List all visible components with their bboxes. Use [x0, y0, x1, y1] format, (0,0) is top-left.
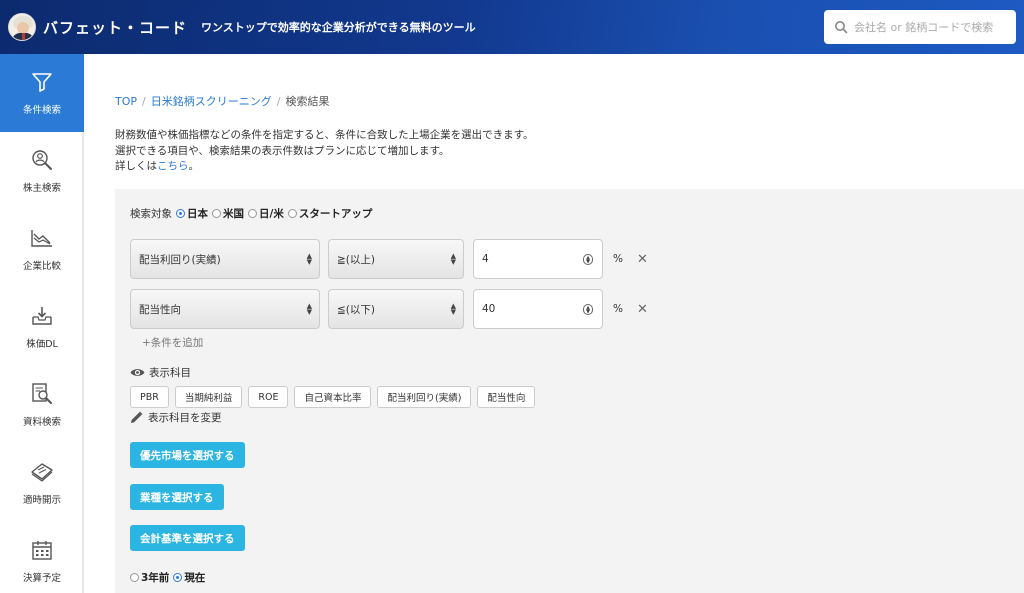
condition-value: 4 [482, 253, 489, 265]
radio-current[interactable] [173, 573, 183, 582]
sidebar-item-condition-search[interactable]: 条件検索 [0, 54, 84, 132]
select-market-button[interactable]: 優先市場を選択する [130, 442, 245, 468]
select-accounting-standard-button[interactable]: 会計基準を選択する [130, 525, 245, 551]
edit-display-items-link[interactable]: 表示科目を変更 [130, 410, 222, 425]
sidebar-item-label: 条件検索 [22, 105, 61, 116]
details-link[interactable]: こちら [157, 160, 189, 172]
remove-condition-button[interactable]: ✕ [637, 302, 648, 317]
radio-label-us[interactable]: 米国 [223, 206, 244, 221]
app-header: バフェット・コード ワンストップで効率的な企業分析ができる無料のツール [0, 0, 1024, 54]
radio-startup[interactable] [287, 209, 297, 218]
brand-name[interactable]: バフェット・コード [43, 17, 187, 38]
search-target-label: 検索対象 [130, 208, 172, 220]
condition-operator-select[interactable]: ≦(以下) ▲ ▼ [328, 289, 464, 329]
display-item-chip: 当期純利益 [174, 386, 243, 408]
document-search-icon [32, 383, 52, 404]
radio-label-current[interactable]: 現在 [184, 570, 205, 585]
select-arrows-icon: ▲ ▼ [450, 302, 456, 316]
condition-value: 40 [482, 303, 496, 315]
breadcrumb-current: 検索結果 [285, 95, 330, 108]
select-arrows-icon: ▲ ▼ [306, 302, 312, 316]
description-line: 詳しくは [115, 160, 157, 172]
sidebar-item-label: 企業比較 [22, 261, 61, 272]
breadcrumb-top-link[interactable]: TOP [115, 95, 137, 108]
sidebar-item-earnings-schedule[interactable]: 決算予定 [0, 522, 84, 593]
condition-field-value: 配当利回り(実績) [139, 253, 221, 266]
number-spinner-icon[interactable]: ▲ ▼ [583, 304, 593, 315]
condition-value-input[interactable]: 40 ▲ ▼ [473, 289, 603, 329]
select-arrows-icon: ▲ ▼ [306, 252, 312, 266]
remove-condition-button[interactable]: ✕ [637, 252, 648, 267]
condition-field-select[interactable]: 配当利回り(実績) ▲ ▼ [130, 239, 320, 279]
radio-label-startup[interactable]: スタートアップ [299, 206, 373, 221]
sidebar-item-document-search[interactable]: 資料検索 [0, 366, 84, 444]
condition-operator-select[interactable]: ≧(以上) ▲ ▼ [328, 239, 464, 279]
description-line: 。 [188, 160, 200, 172]
display-item-chip: ROE [248, 386, 289, 408]
condition-row: 配当利回り(実績) ▲ ▼ ≧(以上) ▲ ▼ 4 ▲ ▼ % ✕ [130, 239, 648, 279]
condition-value-input[interactable]: 4 ▲ ▼ [473, 239, 603, 279]
edit-display-items-label: 表示科目を変更 [148, 412, 222, 424]
radio-japan-us[interactable] [248, 209, 257, 218]
search-input[interactable] [854, 20, 1014, 34]
search-target-row: 検索対象 日本 米国 日/米 スタートアップ [130, 206, 372, 221]
sidebar-item-timely-disclosure[interactable]: 適時開示 [0, 444, 84, 522]
select-industry-button[interactable]: 業種を選択する [130, 484, 224, 510]
filter-icon [32, 73, 52, 92]
radio-label-3-years-ago[interactable]: 3年前 [141, 570, 169, 585]
sidebar-item-label: 決算予定 [22, 573, 61, 584]
sidebar-item-label: 株価DL [26, 339, 58, 350]
breadcrumb-screening-link[interactable]: 日米銘柄スクリーニング [151, 95, 272, 108]
radio-3-years-ago[interactable] [130, 573, 139, 582]
condition-row: 配当性向 ▲ ▼ ≦(以下) ▲ ▼ 40 ▲ ▼ % ✕ [130, 289, 648, 329]
display-items-title: 表示科目 [149, 367, 191, 379]
tagline: ワンストップで効率的な企業分析ができる無料のツール [201, 21, 476, 34]
display-items-chips: PBR 当期純利益 ROE 自己資本比率 配当利回り(実績) 配当性向 [130, 386, 541, 408]
download-tray-icon [32, 307, 52, 325]
sidebar-item-shareholder-search[interactable]: 株主検索 [0, 132, 84, 210]
sidebar-item-label: 適時開示 [22, 495, 61, 506]
radio-label-japan[interactable]: 日本 [187, 206, 208, 221]
person-search-icon [32, 150, 52, 170]
search-icon [835, 21, 848, 34]
display-item-chip: PBR [130, 386, 169, 408]
sidebar-nav: 条件検索 株主検索 企業比較 株価DL 資料検索 適時開示 決算予定 [0, 54, 84, 593]
number-spinner-icon[interactable]: ▲ ▼ [583, 254, 593, 265]
calendar-icon [32, 541, 52, 560]
condition-unit: % [613, 303, 623, 315]
pencil-icon [131, 411, 143, 423]
display-item-chip: 自己資本比率 [294, 386, 372, 408]
condition-field-value: 配当性向 [139, 303, 181, 316]
condition-operator-value: ≦(以下) [337, 303, 375, 316]
sidebar-item-company-compare[interactable]: 企業比較 [0, 210, 84, 288]
page-description: 財務数値や株価指標などの条件を指定すると、条件に合致した上場企業を選出できます。… [115, 128, 534, 175]
display-item-chip: 配当利回り(実績) [377, 386, 472, 408]
condition-field-select[interactable]: 配当性向 ▲ ▼ [130, 289, 320, 329]
condition-unit: % [613, 253, 623, 265]
screening-panel: 検索対象 日本 米国 日/米 スタートアップ 配当利回り(実績) ▲ ▼ ≧(以上… [115, 189, 1024, 593]
sidebar-item-label: 株主検索 [22, 183, 61, 194]
sidebar-item-stock-download[interactable]: 株価DL [0, 288, 84, 366]
radio-label-japan-us[interactable]: 日/米 [259, 206, 284, 221]
add-condition-link[interactable]: +条件を追加 [142, 335, 203, 350]
chart-compare-icon [31, 230, 52, 247]
description-line: 財務数値や株価指標などの条件を指定すると、条件に合致した上場企業を選出できます。 [115, 129, 534, 141]
eye-icon [130, 369, 145, 376]
radio-japan[interactable] [176, 209, 185, 218]
radio-us[interactable] [212, 209, 221, 218]
logo-avatar[interactable] [8, 13, 36, 41]
condition-operator-value: ≧(以上) [337, 253, 375, 266]
company-search-box[interactable] [824, 10, 1016, 44]
main-content: TOP / 日米銘柄スクリーニング / 検索結果 財務数値や株価指標などの条件を指定する… [86, 54, 1024, 593]
breadcrumb: TOP / 日米銘柄スクリーニング / 検索結果 [115, 95, 330, 108]
period-row: 3年前 現在 [130, 570, 205, 585]
display-item-chip: 配当性向 [477, 386, 536, 408]
display-items-heading: 表示科目 [130, 365, 191, 380]
select-arrows-icon: ▲ ▼ [450, 252, 456, 266]
description-line: 選択できる項目や、検索結果の表示件数はプランに応じて増加します。 [115, 144, 450, 157]
newspaper-icon [31, 463, 53, 482]
sidebar-item-label: 資料検索 [22, 417, 61, 428]
